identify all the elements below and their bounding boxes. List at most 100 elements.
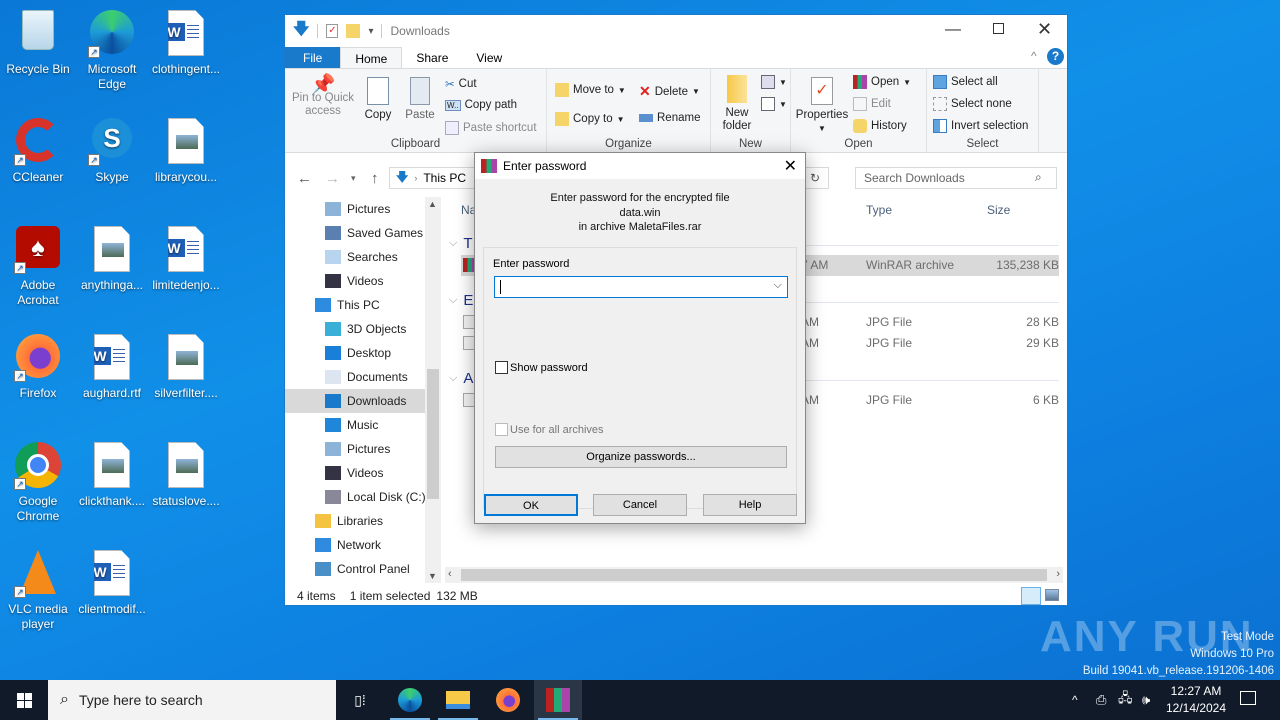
desktop-icon-vlc[interactable]: ↗ VLC media player — [0, 544, 76, 632]
group-header[interactable]: ⌵ T — [449, 235, 473, 252]
desktop-icon-clickthank[interactable]: clickthank.... — [74, 436, 150, 509]
tab-home[interactable]: Home — [340, 47, 403, 68]
tab-file[interactable]: File — [285, 47, 341, 68]
desktop-icon-limitedenjo[interactable]: W limitedenjo... — [148, 220, 224, 293]
tree-item-local-disk-c[interactable]: Local Disk (C:) — [285, 485, 441, 509]
new-folder-quick-icon[interactable] — [346, 24, 361, 38]
desktop-icon-statuslove[interactable]: statuslove.... — [148, 436, 224, 509]
paste-button[interactable]: Paste — [403, 77, 437, 122]
download-arrow-icon[interactable]: 🡇 — [293, 18, 309, 45]
tree-item-music[interactable]: Music — [285, 413, 441, 437]
properties-button[interactable]: ✓ Properties ▼ — [795, 77, 849, 135]
delete-button[interactable]: ✕ Delete ▼ — [639, 83, 700, 100]
history-button[interactable]: History — [853, 119, 907, 133]
tree-item-videos[interactable]: Videos — [285, 269, 441, 293]
taskbar-firefox[interactable] — [484, 680, 532, 720]
tree-item-downloads[interactable]: Downloads — [285, 389, 441, 413]
desktop-icon-skype[interactable]: S ↗ Skype — [74, 112, 150, 185]
large-icons-view-button[interactable] — [1045, 589, 1059, 601]
tree-item-videos[interactable]: Videos — [285, 461, 441, 485]
show-password-checkbox[interactable]: Show password — [495, 361, 588, 374]
scroll-left-arrow[interactable]: ‹ — [448, 568, 452, 580]
close-button[interactable]: ✕ — [1037, 19, 1052, 40]
recent-locations-button[interactable]: ▾ — [351, 173, 356, 184]
desktop-icon-chrome[interactable]: ↗ Google Chrome — [0, 436, 76, 524]
forward-button[interactable]: → — [325, 170, 340, 187]
horizontal-scrollbar[interactable]: ‹ › — [445, 567, 1063, 583]
desktop-icon-ccleaner[interactable]: ↗ CCleaner — [0, 112, 76, 185]
select-none-button[interactable]: Select none — [933, 97, 1012, 111]
search-input[interactable]: Search Downloads — [855, 167, 1057, 189]
task-view-button[interactable]: ▯⁞ — [336, 680, 384, 720]
tree-item-this-pc[interactable]: This PC — [285, 293, 441, 317]
start-button[interactable] — [0, 680, 48, 720]
tree-item-desktop[interactable]: Desktop — [285, 341, 441, 365]
dialog-close-button[interactable]: ✕ — [784, 156, 797, 176]
password-history-dropdown-icon[interactable]: ⌵ — [774, 279, 782, 292]
back-button[interactable]: ← — [297, 170, 312, 187]
properties-quick-icon[interactable]: ✓ — [326, 24, 339, 38]
help-button[interactable]: Help — [703, 494, 797, 516]
organize-passwords-button[interactable]: Organize passwords... — [495, 446, 787, 468]
new-folder-button[interactable]: New folder — [719, 75, 755, 133]
scroll-right-arrow[interactable]: › — [1056, 568, 1060, 580]
copy-button[interactable]: Copy — [361, 77, 395, 122]
paste-shortcut-button[interactable]: Paste shortcut — [445, 121, 537, 135]
cut-button[interactable]: ✂ Cut — [445, 77, 477, 91]
tree-item-libraries[interactable]: Libraries — [285, 509, 441, 533]
tree-item-saved-games[interactable]: Saved Games — [285, 221, 441, 245]
column-header-size[interactable]: Size — [987, 203, 1010, 217]
easy-access-button[interactable]: ▼ — [761, 97, 787, 111]
cancel-button[interactable]: Cancel — [593, 494, 687, 516]
tab-share[interactable]: Share — [402, 47, 462, 68]
h-scroll-thumb[interactable] — [461, 569, 1047, 581]
use-for-all-archives-checkbox[interactable]: Use for all archives — [495, 423, 604, 436]
rename-button[interactable]: Rename — [639, 112, 700, 124]
tree-scrollbar[interactable]: ▲ ▼ — [425, 197, 441, 583]
select-all-button[interactable]: Select all — [933, 75, 998, 89]
desktop-icon-silverfilter[interactable]: silverfilter.... — [148, 328, 224, 401]
maximize-button[interactable] — [993, 23, 1004, 34]
taskbar-winrar[interactable] — [534, 680, 582, 720]
tree-item-3d-objects[interactable]: 3D Objects — [285, 317, 441, 341]
edit-button[interactable]: Edit — [853, 97, 891, 111]
desktop-icon-edge[interactable]: ↗ Microsoft Edge — [74, 4, 150, 92]
scroll-thumb[interactable] — [427, 369, 439, 499]
copy-to-button[interactable]: Copy to ▼ — [555, 112, 625, 126]
volume-icon[interactable]: 🕪 — [1142, 692, 1150, 708]
tab-view[interactable]: View — [462, 47, 516, 68]
desktop-icon-acrobat[interactable]: ♠ ↗ Adobe Acrobat — [0, 220, 76, 308]
move-to-button[interactable]: Move to ▼ — [555, 83, 626, 97]
action-center-icon[interactable] — [1240, 691, 1256, 705]
tree-item-searches[interactable]: Searches — [285, 245, 441, 269]
tree-item-pictures[interactable]: Pictures — [285, 197, 441, 221]
group-header[interactable]: ⌵ A — [449, 370, 473, 387]
group-header[interactable]: ⌵ E — [449, 292, 473, 309]
minimize-button[interactable]: — — [945, 21, 961, 39]
customize-qat-icon[interactable]: ▾ — [368, 26, 373, 37]
password-input[interactable]: ⌵ — [494, 276, 788, 298]
taskbar-file-explorer[interactable] — [434, 680, 482, 720]
ok-button[interactable]: OK — [484, 494, 578, 516]
help-icon[interactable]: ? — [1047, 48, 1064, 65]
taskbar-search-box[interactable]: ⌕ Type here to search — [48, 680, 336, 720]
column-header-type[interactable]: Type — [866, 203, 892, 217]
scroll-up-arrow[interactable]: ▲ — [428, 199, 437, 209]
desktop-icon-firefox[interactable]: ↗ Firefox — [0, 328, 76, 401]
network-icon[interactable]: 🖧 — [1118, 689, 1133, 711]
desktop-icon-librarycou[interactable]: librarycou... — [148, 112, 224, 185]
copy-path-button[interactable]: W.. Copy path — [445, 99, 517, 111]
up-button[interactable]: ↑ — [371, 170, 379, 187]
breadcrumb-this-pc[interactable]: This PC — [423, 171, 466, 185]
desktop-icon-aughard[interactable]: W aughard.rtf — [74, 328, 150, 401]
taskbar-edge[interactable] — [386, 680, 434, 720]
scroll-down-arrow[interactable]: ▼ — [428, 571, 437, 581]
collapse-ribbon-icon[interactable]: ^ — [1031, 49, 1037, 63]
open-button[interactable]: Open ▼ — [853, 75, 911, 89]
desktop-icon-clothingent[interactable]: W clothingent... — [148, 4, 224, 77]
pin-quick-access-button[interactable]: 📌 Pin to Quick access — [291, 75, 355, 118]
tree-item-pictures[interactable]: Pictures — [285, 437, 441, 461]
new-item-button[interactable]: ▼ — [761, 75, 787, 89]
details-view-button[interactable] — [1021, 587, 1041, 605]
invert-selection-button[interactable]: Invert selection — [933, 119, 1028, 133]
